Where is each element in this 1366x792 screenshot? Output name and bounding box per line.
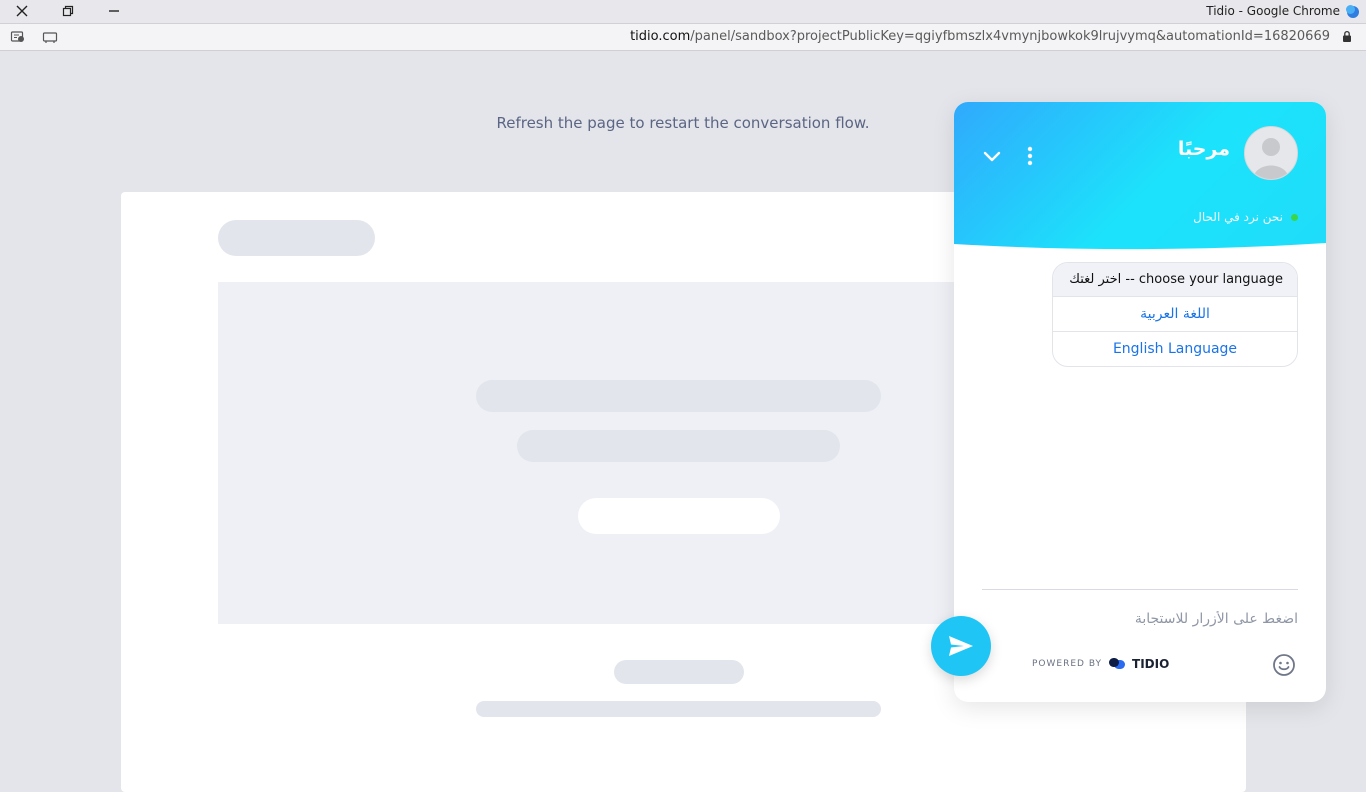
option-arabic-language[interactable]: اللغة العربية [1053,296,1297,331]
restore-icon [62,5,74,17]
url-text[interactable]: tidio.com/panel/sandbox?projectPublicKey… [630,29,1330,44]
browser-logo-icon [1346,5,1359,18]
message-text: اختر لغتك -- choose your language [1053,263,1297,296]
minimize-icon [109,10,119,12]
send-icon [949,636,973,656]
option-english-language[interactable]: English Language [1053,331,1297,366]
skeleton-line-1 [614,660,744,684]
site-info-icon[interactable] [10,29,26,45]
skeleton-subheading [517,430,840,462]
chat-greeting: مرحبًا [1177,138,1230,160]
url-domain: tidio.com [630,29,691,44]
tidio-logo-icon [1109,658,1126,669]
address-bar: tidio.com/panel/sandbox?projectPublicKey… [0,24,1366,51]
window-title-bar: Tidio - Google Chrome [0,0,1366,24]
agent-avatar [1244,126,1298,180]
chevron-down-icon [983,151,1001,162]
status-text: نحن نرد في الحال [1193,210,1283,224]
skeleton-button [578,498,780,534]
status-indicator: نحن نرد في الحال [1193,210,1298,224]
close-window-button[interactable] [7,0,37,22]
chat-options-button[interactable] [1021,144,1039,168]
powered-by-tidio[interactable]: POWERED BY TIDIO [1032,657,1169,671]
cast-icon[interactable] [42,29,58,45]
tidio-brand: TIDIO [1132,657,1170,671]
user-avatar-icon [1253,138,1289,179]
minimize-chat-button[interactable] [980,147,1004,167]
powered-by-label: POWERED BY [1032,659,1103,669]
skeleton-heading [476,380,881,412]
input-divider [982,589,1298,590]
lock-icon[interactable] [1342,30,1352,43]
chat-widget: مرحبًا نحن نرد في الحال اختر لغتك -- cho… [954,102,1326,702]
emoji-button[interactable] [1272,653,1296,677]
skeleton-logo [218,220,375,256]
header-wave [954,243,1326,257]
more-vertical-icon [1027,146,1033,166]
chat-message-input[interactable] [1018,611,1298,627]
skeleton-hero [218,282,958,624]
close-icon [16,5,28,17]
window-title: Tidio - Google Chrome [1206,4,1340,18]
minimize-window-button[interactable] [99,0,129,22]
emoji-icon [1273,654,1295,676]
skeleton-line-2 [476,701,881,717]
url-path: /panel/sandbox?projectPublicKey=qgiyfbms… [690,29,1330,44]
online-status-dot [1291,213,1298,221]
restore-window-button[interactable] [53,0,83,22]
send-message-button[interactable] [931,616,991,676]
language-choice-message: اختر لغتك -- choose your language اللغة … [1052,262,1298,367]
